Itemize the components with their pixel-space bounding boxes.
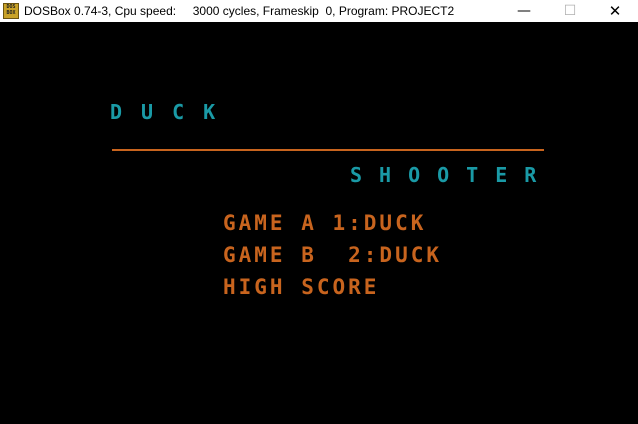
dosbox-app-icon[interactable]: DOS BOX: [3, 3, 19, 19]
menu-item-game-a[interactable]: GAME A 1:DUCK: [223, 211, 426, 235]
title-bar[interactable]: DOS BOX DOSBox 0.74-3, Cpu speed: 3000 c…: [0, 0, 638, 22]
window-title: DOSBox 0.74-3, Cpu speed: 3000 cycles, F…: [24, 4, 455, 18]
close-button[interactable]: ✕: [592, 0, 638, 22]
menu-item-game-b[interactable]: GAME B 2:DUCK: [223, 243, 442, 267]
maximize-button[interactable]: ☐: [547, 0, 593, 22]
game-screen[interactable]: DUCK SHOOTER GAME A 1:DUCK GAME B 2:DUCK…: [0, 22, 638, 424]
dosbox-window: DOS BOX DOSBox 0.74-3, Cpu speed: 3000 c…: [0, 0, 638, 424]
game-title-duck: DUCK: [110, 100, 235, 124]
title-divider: [112, 149, 544, 151]
minimize-button[interactable]: —: [501, 0, 547, 22]
game-title-shooter: SHOOTER: [350, 163, 554, 187]
menu-item-high-score[interactable]: HIGH SCORE: [223, 275, 379, 299]
